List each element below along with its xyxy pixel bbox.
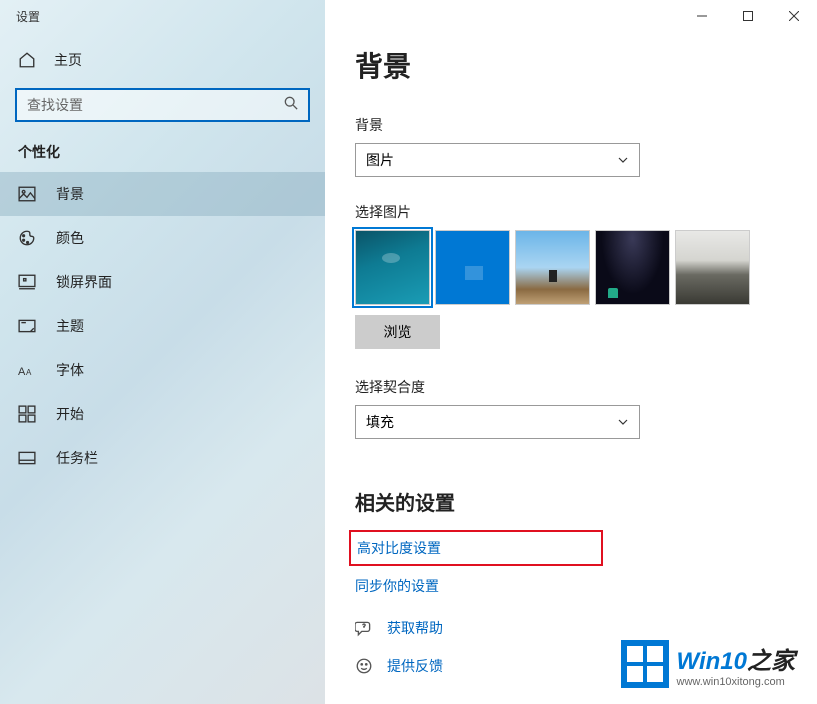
fit-label: 选择契合度	[355, 377, 787, 397]
home-icon	[18, 51, 36, 69]
background-type-dropdown[interactable]: 图片	[355, 143, 640, 177]
watermark: Win10之家 www.win10xitong.com	[621, 640, 795, 688]
browse-button[interactable]: 浏览	[355, 315, 440, 349]
font-icon: AA	[18, 361, 36, 379]
svg-text:A: A	[18, 366, 26, 378]
wallpaper-thumb-5[interactable]	[675, 230, 750, 305]
wallpaper-thumb-1[interactable]	[355, 230, 430, 305]
feedback-label: 提供反馈	[387, 656, 443, 676]
picture-thumbnails	[355, 230, 787, 305]
nav-item-colors[interactable]: 颜色	[0, 216, 325, 260]
category-label: 个性化	[0, 142, 325, 172]
close-button[interactable]	[771, 0, 817, 32]
dropdown-value: 图片	[366, 150, 394, 170]
wallpaper-thumb-3[interactable]	[515, 230, 590, 305]
theme-icon	[18, 317, 36, 335]
nav-label: 任务栏	[56, 448, 98, 468]
nav-item-background[interactable]: 背景	[0, 172, 325, 216]
taskbar-icon	[18, 449, 36, 467]
minimize-button[interactable]	[679, 0, 725, 32]
maximize-button[interactable]	[725, 0, 771, 32]
page-heading: 背景	[355, 45, 787, 85]
help-label: 获取帮助	[387, 618, 443, 638]
highlight-annotation: 高对比度设置	[349, 530, 603, 566]
home-label: 主页	[54, 50, 82, 70]
search-input[interactable]	[27, 97, 284, 113]
main-content: 背景 背景 图片 选择图片 浏览 选择契合度 填充 相关的设置 高对比度设置 同…	[325, 0, 817, 704]
related-settings-heading: 相关的设置	[355, 487, 787, 516]
nav-label: 开始	[56, 404, 84, 424]
home-link[interactable]: 主页	[0, 40, 325, 80]
svg-text:A: A	[26, 368, 32, 377]
nav-item-fonts[interactable]: AA 字体	[0, 348, 325, 392]
sidebar: 主页 个性化 背景 颜色 锁屏界面	[0, 0, 325, 704]
start-icon	[18, 405, 36, 423]
nav-label: 背景	[56, 184, 84, 204]
nav-label: 主题	[56, 316, 84, 336]
wallpaper-thumb-2[interactable]	[435, 230, 510, 305]
nav-item-taskbar[interactable]: 任务栏	[0, 436, 325, 480]
palette-icon	[18, 229, 36, 247]
watermark-brand: Win10之家	[677, 641, 795, 676]
nav-label: 字体	[56, 360, 84, 380]
search-box[interactable]	[15, 88, 310, 122]
nav-label: 颜色	[56, 228, 84, 248]
windows-logo-icon	[621, 640, 669, 688]
help-icon	[355, 619, 373, 637]
nav-label: 锁屏界面	[56, 272, 112, 292]
search-icon	[284, 96, 298, 115]
window-title: 设置	[0, 0, 56, 33]
picture-icon	[18, 185, 36, 203]
sync-settings-link[interactable]: 同步你的设置	[355, 576, 787, 596]
high-contrast-link[interactable]: 高对比度设置	[351, 538, 441, 558]
feedback-icon	[355, 657, 373, 675]
dropdown-value: 填充	[366, 412, 394, 432]
nav-item-start[interactable]: 开始	[0, 392, 325, 436]
nav-item-themes[interactable]: 主题	[0, 304, 325, 348]
get-help-link[interactable]: 获取帮助	[355, 618, 787, 638]
watermark-url: www.win10xitong.com	[677, 676, 795, 688]
chevron-down-icon	[617, 416, 629, 428]
titlebar: 设置	[0, 0, 817, 32]
fit-dropdown[interactable]: 填充	[355, 405, 640, 439]
wallpaper-thumb-4[interactable]	[595, 230, 670, 305]
chevron-down-icon	[617, 154, 629, 166]
background-label: 背景	[355, 115, 787, 135]
lockscreen-icon	[18, 273, 36, 291]
window-controls	[679, 0, 817, 32]
nav-item-lockscreen[interactable]: 锁屏界面	[0, 260, 325, 304]
choose-picture-label: 选择图片	[355, 202, 787, 222]
